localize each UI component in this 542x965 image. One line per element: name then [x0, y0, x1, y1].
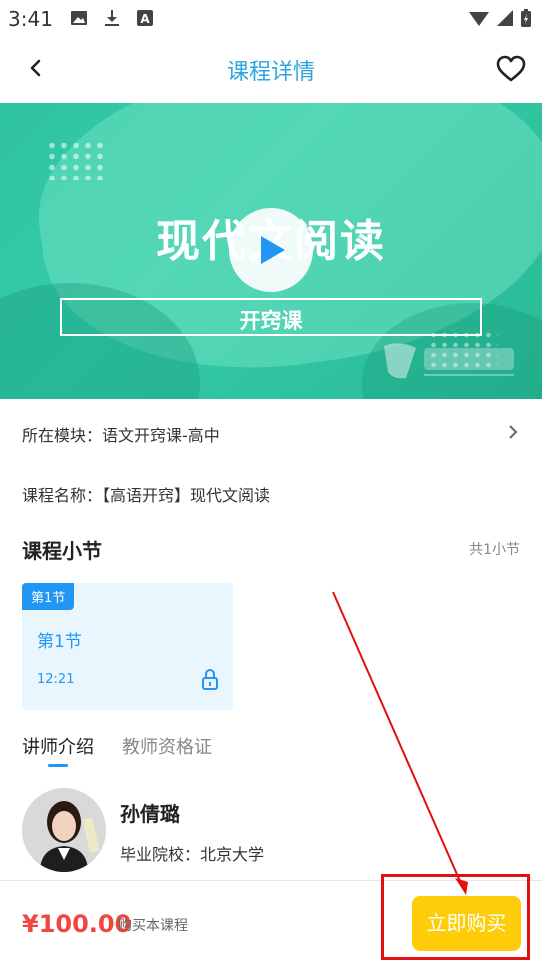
- image-icon: [71, 11, 87, 25]
- module-label: 所在模块：语文开窍课-高中: [22, 426, 220, 445]
- avatar: [22, 788, 106, 872]
- tab-teacher-intro[interactable]: 讲师介绍: [22, 733, 94, 759]
- download-icon: [105, 10, 119, 26]
- course-name-label: 课程名称：【高语开窍】现代文阅读: [22, 486, 271, 505]
- banner-dots: [46, 140, 106, 180]
- sections-header: 课程小节 共1小节: [22, 535, 520, 563]
- lesson-card[interactable]: 第1节 第1节 12:21: [22, 583, 233, 710]
- page: 3:41 A 课程详情 现代文阅读 开窍课 所在模块：语文开窍课-高中: [0, 0, 542, 965]
- play-button[interactable]: [229, 208, 313, 292]
- teacher-school: 毕业院校：北京大学: [120, 845, 265, 864]
- teacher-photo-icon: [22, 788, 106, 872]
- sections-heading: 课程小节: [22, 539, 102, 563]
- tab-teacher-certificate[interactable]: 教师资格证: [122, 733, 212, 759]
- svg-text:A: A: [140, 12, 150, 26]
- teacher-name: 孙倩璐: [120, 802, 180, 826]
- lesson-tag: 第1节: [22, 583, 75, 610]
- play-icon: [261, 236, 285, 264]
- sections-count: 共1小节: [469, 542, 520, 558]
- annotation-highlight-box: [381, 874, 530, 960]
- status-time: 3:41: [8, 7, 53, 31]
- top-bar: 课程详情: [0, 38, 542, 100]
- page-title: 课程详情: [226, 60, 315, 85]
- lesson-title: 第1节: [37, 632, 82, 652]
- price-note: 购买本课程: [118, 918, 188, 934]
- wifi-icon: [469, 12, 489, 26]
- heart-icon[interactable]: [496, 54, 526, 84]
- module-row[interactable]: 所在模块：语文开窍课-高中: [22, 422, 520, 445]
- lock-icon: [202, 669, 218, 690]
- brand-logo-icon: [384, 343, 514, 379]
- teacher-profile: 孙倩璐 毕业院校：北京大学: [22, 788, 520, 874]
- lesson-duration: 12:21: [37, 672, 75, 687]
- battery-icon: [521, 9, 531, 27]
- tab-indicator: [48, 764, 68, 767]
- status-bar: 3:41 A: [0, 0, 542, 38]
- status-right: [468, 8, 532, 28]
- banner-subtitle: 开窍课: [239, 309, 303, 333]
- chevron-right-icon: [509, 425, 518, 439]
- a-icon: A: [137, 10, 153, 26]
- price: ¥100.00: [22, 910, 132, 938]
- course-name-row: 课程名称：【高语开窍】现代文阅读: [22, 482, 520, 506]
- signal-icon: [497, 10, 513, 26]
